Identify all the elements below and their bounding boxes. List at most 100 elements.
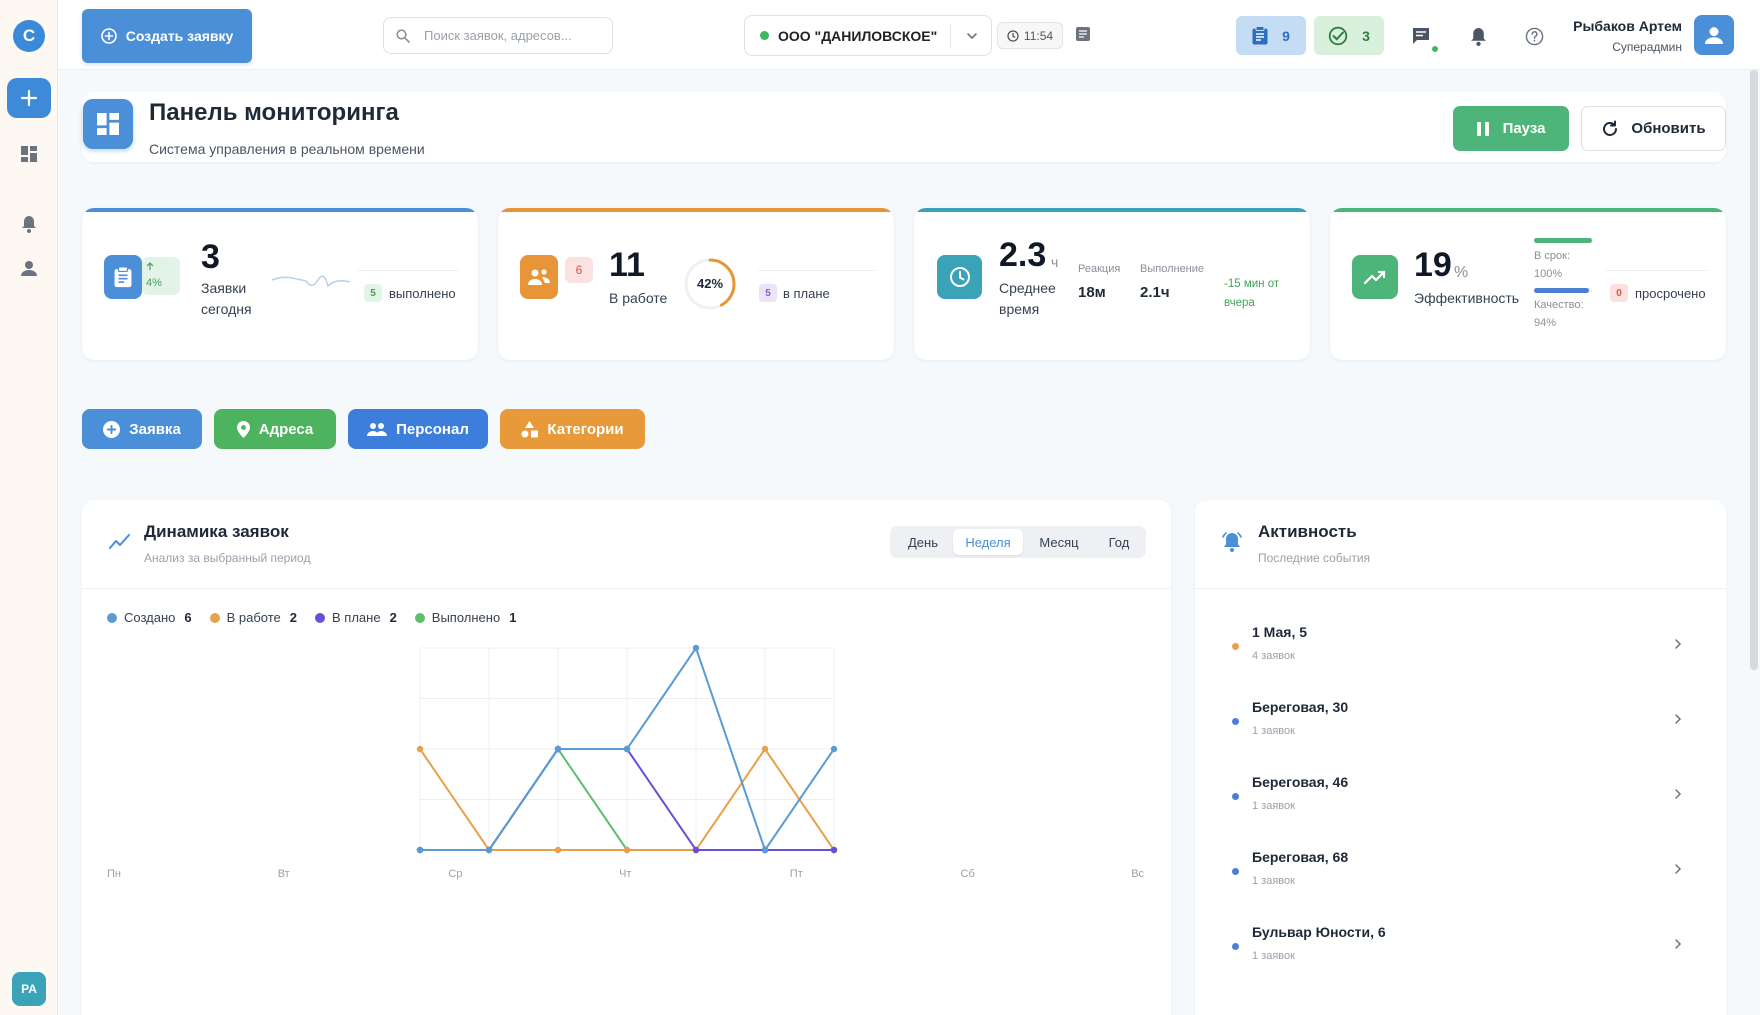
activity-subtitle: Последние события — [1258, 551, 1371, 565]
quality-track — [1534, 288, 1592, 293]
period-day[interactable]: День — [893, 529, 953, 555]
alert-badge: 6 — [565, 257, 593, 283]
divider — [758, 270, 876, 271]
line-chart — [416, 644, 838, 854]
chevron-right-icon — [1675, 864, 1682, 874]
data-point[interactable] — [416, 846, 424, 854]
plan-chip-label: в плане — [783, 286, 830, 301]
data-point[interactable] — [761, 745, 769, 753]
pause-label: Пауза — [1502, 120, 1546, 137]
messages-button[interactable] — [1410, 25, 1432, 47]
divider — [1605, 270, 1708, 271]
done-chip: 5 — [364, 284, 382, 302]
refresh-button[interactable]: Обновить — [1581, 106, 1726, 151]
sidebar: C PA — [0, 0, 58, 1015]
help-button[interactable] — [1523, 25, 1545, 47]
x-tick-label: Пт — [789, 868, 803, 880]
chart-title: Динамика заявок — [144, 522, 289, 541]
stat-card-in-work: 6 11 В работе 42% 5 в плане — [498, 208, 894, 360]
organization-select[interactable]: ООО "ДАНИЛОВСКОЕ" — [744, 15, 992, 56]
data-point[interactable] — [554, 846, 562, 854]
sidebar-item-notifications[interactable] — [19, 214, 39, 234]
data-point[interactable] — [761, 846, 769, 854]
data-point[interactable] — [623, 745, 631, 753]
x-tick-label: Ср — [448, 868, 463, 880]
user-icon — [1705, 27, 1723, 44]
data-point[interactable] — [692, 846, 700, 854]
clipboard-icon — [1252, 26, 1268, 45]
data-point[interactable] — [416, 745, 424, 753]
efficiency-label: Эффективность — [1414, 290, 1520, 306]
activity-item[interactable]: Береговая, 30 1 заявок — [1195, 685, 1726, 751]
search-input[interactable] — [424, 28, 594, 43]
refresh-icon — [1603, 120, 1618, 136]
help-icon — [1525, 27, 1543, 45]
sparkline — [271, 275, 351, 288]
period-year[interactable]: Год — [1095, 529, 1143, 555]
quick-staff-button[interactable]: Персонал — [348, 409, 488, 449]
today-label: Заявки сегодня — [201, 280, 252, 317]
quick-categories-button[interactable]: Категории — [500, 409, 645, 449]
org-status-dot — [760, 31, 769, 40]
done-badge[interactable]: 3 — [1314, 16, 1384, 55]
activity-dot — [1232, 868, 1239, 875]
notifications-button[interactable] — [1467, 25, 1489, 47]
refresh-label: Обновить — [1631, 120, 1706, 137]
activity-dot — [1232, 718, 1239, 725]
quick-request-button[interactable]: Заявка — [82, 409, 202, 449]
chevron-right-icon — [1675, 714, 1682, 724]
create-request-label: Создать заявку — [125, 28, 234, 44]
avg-time-label: Среднее время — [999, 280, 1056, 317]
dashboard-icon — [83, 99, 133, 149]
clock-time: 11:54 — [1023, 28, 1054, 43]
period-month[interactable]: Месяц — [1023, 529, 1095, 555]
note-icon — [1076, 27, 1090, 41]
create-request-button[interactable]: Создать заявку — [82, 9, 252, 63]
data-point[interactable] — [485, 846, 493, 854]
period-week[interactable]: Неделя — [953, 529, 1023, 555]
sidebar-avatar[interactable]: PA — [12, 972, 46, 1006]
activity-item[interactable]: Береговая, 68 1 заявок — [1195, 835, 1726, 901]
search-icon — [396, 28, 410, 43]
activity-address: Береговая, 68 — [1252, 849, 1349, 865]
page-scrollbar[interactable] — [1750, 70, 1758, 670]
arrow-up-icon — [146, 262, 154, 270]
user-role: Суперадмин — [1612, 40, 1682, 54]
user-name[interactable]: Рыбаков Артем — [1573, 18, 1682, 34]
in-work-label: В работе — [609, 290, 668, 306]
plus-circle-icon — [103, 420, 121, 438]
data-point[interactable] — [830, 745, 838, 753]
quick-request-label: Заявка — [129, 420, 181, 438]
notes-button[interactable] — [1075, 26, 1091, 42]
activity-count: 1 заявок — [1252, 950, 1295, 962]
dashboard-icon — [21, 146, 37, 162]
sidebar-add-button[interactable] — [7, 78, 51, 118]
progress-percent: 42% — [696, 276, 724, 291]
quick-addresses-button[interactable]: Адреса — [214, 409, 336, 449]
activity-item[interactable]: Береговая, 46 1 заявок — [1195, 760, 1726, 826]
x-tick-label: Пн — [107, 868, 121, 880]
stat-card-efficiency: 19 % Эффективность В срок: 100% Качество… — [1330, 208, 1726, 360]
data-point[interactable] — [830, 846, 838, 854]
user-avatar[interactable] — [1694, 15, 1734, 55]
app-logo[interactable]: C — [13, 20, 45, 52]
activity-item[interactable]: 1 Мая, 5 4 заявок — [1195, 610, 1726, 676]
bell-icon — [1470, 27, 1486, 46]
clipboard-icon — [104, 255, 142, 299]
done-chip-label: выполнено — [389, 286, 456, 301]
pause-icon — [1476, 121, 1489, 136]
divider — [357, 270, 459, 271]
chevron-down-icon — [967, 33, 977, 40]
sidebar-item-dashboard[interactable] — [19, 144, 39, 164]
data-point[interactable] — [692, 644, 700, 652]
data-point[interactable] — [623, 846, 631, 854]
clock-icon — [937, 255, 982, 299]
pause-button[interactable]: Пауза — [1453, 106, 1569, 151]
activity-item[interactable]: Бульвар Юности, 6 1 заявок — [1195, 910, 1726, 976]
sidebar-item-profile[interactable] — [19, 258, 39, 278]
data-point[interactable] — [554, 745, 562, 753]
efficiency-unit: % — [1454, 264, 1469, 281]
page-header: Панель мониторинга Система управления в … — [82, 92, 1726, 162]
activity-dot — [1232, 943, 1239, 950]
tasks-badge[interactable]: 9 — [1236, 16, 1306, 55]
